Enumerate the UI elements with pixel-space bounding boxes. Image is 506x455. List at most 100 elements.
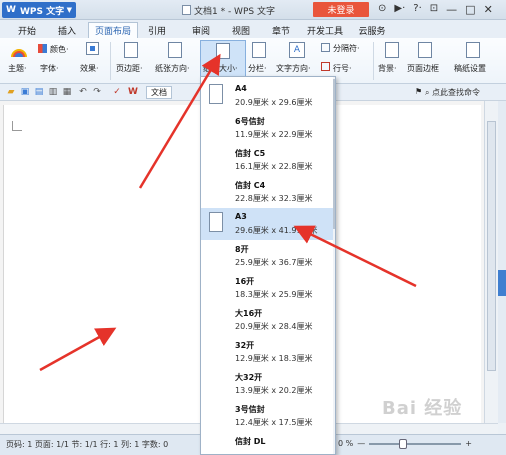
dropdown-scrollbar[interactable] <box>333 77 335 454</box>
draft-paper-label[interactable]: 稿纸设置 <box>454 63 486 74</box>
app-name: WPS 文字 <box>19 6 65 17</box>
undo-icon[interactable]: ↶ <box>78 87 88 97</box>
paper-size-name: 16开 <box>235 277 255 286</box>
paper-size-item[interactable]: 16开 18.3厘米 x 25.9厘米 <box>201 272 333 304</box>
sidebar-toggle[interactable] <box>498 270 506 296</box>
paper-size-dimensions: 20.9厘米 x 29.6厘米 <box>235 98 313 107</box>
text-direction-icon[interactable]: A <box>289 42 305 58</box>
export-icon[interactable]: ▤ <box>34 87 44 97</box>
paper-size-item[interactable]: 信封 DL <box>201 432 333 454</box>
tab-review[interactable]: 审阅 <box>186 22 216 38</box>
paper-size-item[interactable]: A4 20.9厘米 x 29.6厘米 <box>201 80 333 112</box>
paper-size-label: 纸张大小· <box>203 64 238 73</box>
share-icon[interactable]: ▶· <box>394 3 405 16</box>
command-search[interactable]: ⌕ 点此查找命令 <box>425 87 480 98</box>
margins-label[interactable]: 页边距· <box>116 63 143 74</box>
document-tab[interactable]: 文档 <box>146 86 172 99</box>
paper-size-name: 大16开 <box>235 309 263 318</box>
paper-size-item[interactable]: 8开 25.9厘米 x 36.7厘米 <box>201 240 333 272</box>
effect-label[interactable]: 效果· <box>80 63 99 74</box>
line-number-icon[interactable] <box>321 62 330 71</box>
margins-icon[interactable] <box>124 42 138 58</box>
vertical-scrollbar[interactable] <box>484 101 498 423</box>
baidu-watermark: Bai 经验 <box>382 398 463 419</box>
search-icon: ⌕ <box>425 88 430 97</box>
tab-view[interactable]: 视图 <box>226 22 256 38</box>
paper-size-dimensions: 29.6厘米 x 41.91厘米 <box>235 226 318 235</box>
tab-insert[interactable]: 插入 <box>52 22 82 38</box>
paper-size-name: 6号信封 <box>235 117 265 126</box>
app-menu-button[interactable]: W WPS 文字 ▼ <box>2 2 76 18</box>
paper-size-name: 3号信封 <box>235 405 265 414</box>
tab-sections[interactable]: 章节 <box>266 22 296 38</box>
vertical-scroll-thumb[interactable] <box>487 121 496 371</box>
redo-icon[interactable]: ↷ <box>92 87 102 97</box>
paper-size-name: A3 <box>235 212 247 221</box>
help-icon[interactable]: ?· <box>413 3 422 16</box>
line-number-label[interactable]: 行号· <box>333 63 352 74</box>
draft-paper-icon[interactable] <box>466 42 480 58</box>
paper-size-icon <box>216 43 230 59</box>
background-icon[interactable] <box>385 42 399 58</box>
tab-page-layout[interactable]: 页面布局 <box>88 22 138 38</box>
minimize-icon[interactable]: — <box>446 3 457 16</box>
paper-size-name: 大32开 <box>235 373 263 382</box>
tools-icon[interactable]: ⚑ <box>415 87 422 96</box>
tab-references[interactable]: 引用 <box>142 22 172 38</box>
paper-size-item[interactable]: 信封 C4 22.8厘米 x 32.3厘米 <box>201 176 333 208</box>
ribbon-tabs: 开始 插入 页面布局 引用 审阅 视图 章节 开发工具 云服务 <box>0 20 506 38</box>
page-border-label[interactable]: 页面边框 <box>407 63 439 74</box>
paper-size-item[interactable]: 大16开 20.9厘米 x 28.4厘米 <box>201 304 333 336</box>
restore-icon[interactable]: ⊡ <box>430 3 438 16</box>
text-direction-label[interactable]: 文字方向· <box>276 63 311 74</box>
paper-size-item[interactable]: 3号信封 12.4厘米 x 17.5厘米 <box>201 400 333 432</box>
paper-size-name: 8开 <box>235 245 249 254</box>
paper-size-item[interactable]: 6号信封 11.9厘米 x 22.9厘米 <box>201 112 333 144</box>
tab-start[interactable]: 开始 <box>12 22 42 38</box>
columns-icon[interactable] <box>252 42 266 58</box>
theme-icon[interactable] <box>10 43 28 59</box>
theme-label[interactable]: 主题· <box>8 63 27 74</box>
orientation-label[interactable]: 纸张方向· <box>155 63 190 74</box>
print-icon[interactable]: ▥ <box>48 87 58 97</box>
right-sidebar <box>498 101 506 423</box>
paper-size-item[interactable]: 32开 12.9厘米 x 18.3厘米 <box>201 336 333 368</box>
paper-size-dimensions: 12.4厘米 x 17.5厘米 <box>235 418 313 427</box>
page-color-icon[interactable] <box>86 42 99 55</box>
breaks-icon[interactable] <box>321 43 330 52</box>
login-button[interactable]: 未登录 <box>313 2 369 17</box>
wps-icon[interactable]: W <box>128 87 138 97</box>
status-info: 页码: 1 页面: 1/1 节: 1/1 行: 1 列: 1 字数: 0 <box>6 440 169 449</box>
zoom-in-button[interactable]: + <box>465 439 472 448</box>
paper-size-item[interactable]: A3 29.6厘米 x 41.91厘米 <box>201 208 333 240</box>
paper-size-dropdown: A4 20.9厘米 x 29.6厘米 6号信封 11.9厘米 x 22.9厘米 信封 C… <box>200 76 336 455</box>
paper-size-item[interactable]: 大32开 13.9厘米 x 20.2厘米 <box>201 368 333 400</box>
orientation-icon[interactable] <box>168 42 182 58</box>
preview-icon[interactable]: ▦ <box>62 87 72 97</box>
dropdown-scroll-thumb[interactable] <box>333 79 335 229</box>
document-title-text: 文档1 * - WPS 文字 <box>194 7 275 17</box>
save-icon[interactable]: ▣ <box>20 87 30 97</box>
paper-size-item[interactable]: 信封 C5 16.1厘米 x 22.8厘米 <box>201 144 333 176</box>
zoom-out-button[interactable]: — <box>357 439 365 448</box>
zoom-slider[interactable] <box>369 438 462 449</box>
columns-label[interactable]: 分栏· <box>248 63 267 74</box>
paper-size-dimensions: 25.9厘米 x 36.7厘米 <box>235 258 313 267</box>
tab-cloud[interactable]: 云服务 <box>354 22 390 38</box>
format-painter-icon[interactable]: ✓ <box>112 87 122 97</box>
page-border-icon[interactable] <box>418 42 432 58</box>
background-label[interactable]: 背景· <box>378 63 397 74</box>
font-label[interactable]: 字体· <box>40 63 59 74</box>
skin-icon[interactable]: ⊙ <box>378 3 386 16</box>
paper-size-dimensions: 18.3厘米 x 25.9厘米 <box>235 290 313 299</box>
tab-developer[interactable]: 开发工具 <box>304 22 346 38</box>
zoom-slider-knob[interactable] <box>399 438 408 449</box>
paper-size-dimensions: 22.8厘米 x 32.3厘米 <box>235 194 313 203</box>
open-icon[interactable]: ▰ <box>6 87 16 97</box>
wps-logo-icon: W <box>6 5 16 15</box>
paper-size-name: 信封 C5 <box>235 149 266 158</box>
breaks-label[interactable]: 分隔符· <box>333 43 360 54</box>
close-icon[interactable]: ✕ <box>484 3 493 16</box>
color-label[interactable]: 颜色· <box>50 44 69 55</box>
maximize-icon[interactable]: □ <box>465 3 475 16</box>
